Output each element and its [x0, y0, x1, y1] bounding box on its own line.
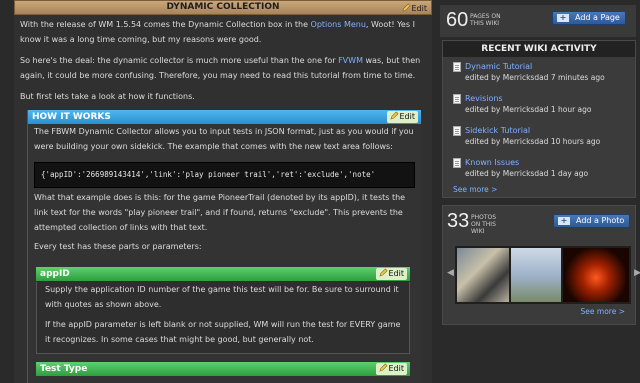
edit-button[interactable]: Edit	[401, 2, 428, 15]
section-header-dynamic-collection: DYNAMIC COLLECTION Edit	[14, 0, 432, 15]
recent-activity-title: RECENT WIKI ACTIVITY	[443, 41, 635, 57]
test-type-header: Test Type Edit	[36, 362, 410, 376]
options-menu-link[interactable]: Options Menu	[311, 20, 366, 29]
page-icon	[453, 62, 461, 72]
edit-label: Edit	[388, 269, 405, 278]
intro-text: So here's the deal: the dynamic collecto…	[20, 56, 339, 65]
pages-caption-2: THIS WIKI	[470, 20, 500, 27]
test-type-section: Test Type Edit	[36, 362, 410, 376]
activity-see-more-link[interactable]: See more >	[453, 185, 497, 194]
page-title: DYNAMIC COLLECTION	[166, 2, 280, 12]
appid-header: appID Edit	[36, 267, 410, 281]
photo-thumbnail[interactable]	[511, 248, 561, 302]
appid-paragraph-2: If the appID parameter is left blank or …	[45, 320, 401, 344]
edit-button[interactable]: Edit	[386, 111, 418, 123]
activity-item: Dynamic Tutorial edited by Merricksdad 7…	[443, 57, 635, 89]
pages-count: 60	[446, 9, 469, 31]
intro-paragraph-3: But first lets take a look at how it fun…	[20, 92, 195, 101]
appid-section: appID Edit Supply the application ID num…	[36, 267, 410, 354]
activity-title-link[interactable]: Dynamic Tutorial	[465, 61, 635, 72]
photos-caption-3: WIKI	[471, 228, 485, 235]
page-icon	[453, 94, 461, 104]
carousel-prev-icon[interactable]: ◀	[447, 268, 454, 278]
code-example: {'appID':'266989143414','link':'play pio…	[34, 162, 415, 188]
edit-button[interactable]: Edit	[375, 268, 407, 280]
edit-button[interactable]: Edit	[375, 363, 407, 375]
page-icon	[453, 126, 461, 136]
activity-item: Revisions edited by Merricksdad 1 hour a…	[443, 89, 635, 121]
appid-paragraph-1: Supply the application ID number of the …	[45, 285, 399, 309]
pencil-icon	[401, 3, 410, 12]
pencil-icon	[389, 111, 398, 120]
intro-paragraph-2: So here's the deal: the dynamic collecto…	[14, 53, 432, 83]
page-icon	[453, 158, 461, 168]
activity-item: Known Issues edited by Merricksdad 1 day…	[443, 153, 635, 185]
photo-thumbnail[interactable]	[563, 248, 629, 302]
recent-activity-module: RECENT WIKI ACTIVITY Dynamic Tutorial ed…	[442, 40, 636, 198]
add-icon: +	[557, 14, 569, 22]
section-title: HOW IT WORKS	[32, 112, 111, 122]
pages-caption-1: PAGES ON	[470, 13, 501, 20]
activity-title-link[interactable]: Revisions	[465, 93, 635, 104]
photos-see-more-link[interactable]: See more >	[581, 307, 625, 316]
add-icon: +	[558, 217, 570, 225]
activity-title-link[interactable]: Known Issues	[465, 157, 635, 168]
pages-counter-box: 60 PAGES ON THIS WIKI + Add a Page	[440, 5, 636, 37]
add-page-button[interactable]: + Add a Page	[552, 11, 626, 25]
fvwm-link[interactable]: FVWM	[338, 56, 363, 65]
photo-carousel[interactable]: ◀ ▶	[447, 246, 640, 304]
edit-label: Edit	[399, 112, 416, 121]
pencil-icon	[378, 363, 387, 372]
activity-meta: edited by Merricksdad 1 hour ago	[465, 105, 592, 114]
activity-title-link[interactable]: Sidekick Tutorial	[465, 125, 635, 136]
section-title: appID	[40, 269, 70, 279]
appid-body: Supply the application ID number of the …	[36, 282, 410, 354]
activity-item: Sidekick Tutorial edited by Merricksdad …	[443, 121, 635, 153]
edit-label: Edit	[411, 4, 428, 13]
photo-thumbnail[interactable]	[457, 248, 509, 302]
edit-label: Edit	[388, 364, 405, 373]
photos-count: 33	[447, 210, 470, 232]
how-paragraph-3: Every test has these parts or parameters…	[34, 242, 202, 251]
how-paragraph-1: The FBWM Dynamic Collector allows you to…	[34, 127, 414, 151]
activity-meta: edited by Merricksdad 1 day ago	[465, 169, 589, 178]
photos-caption-1: PHOTOS	[471, 214, 497, 221]
add-page-label: Add a Page	[575, 13, 620, 22]
pencil-icon	[378, 268, 387, 277]
intro-paragraph-1: With the release of WM 1.5.54 comes the …	[14, 17, 432, 47]
intro-text: With the release of WM 1.5.54 comes the …	[20, 20, 311, 29]
how-paragraph-2: What that example does is this: for the …	[34, 193, 406, 232]
add-photo-label: Add a Photo	[576, 216, 625, 225]
add-photo-button[interactable]: + Add a Photo	[553, 214, 631, 228]
activity-meta: edited by Merricksdad 7 minutes ago	[465, 73, 605, 82]
activity-meta: edited by Merricksdad 10 hours ago	[465, 137, 601, 146]
carousel-next-icon[interactable]: ▶	[634, 268, 640, 278]
photos-module: 33 PHOTOS ON THIS WIKI + Add a Photo ◀ ▶…	[442, 205, 640, 325]
section-title: Test Type	[40, 364, 88, 374]
photos-caption-2: ON THIS	[471, 221, 496, 228]
how-it-works-header: HOW IT WORKS Edit	[28, 110, 421, 124]
